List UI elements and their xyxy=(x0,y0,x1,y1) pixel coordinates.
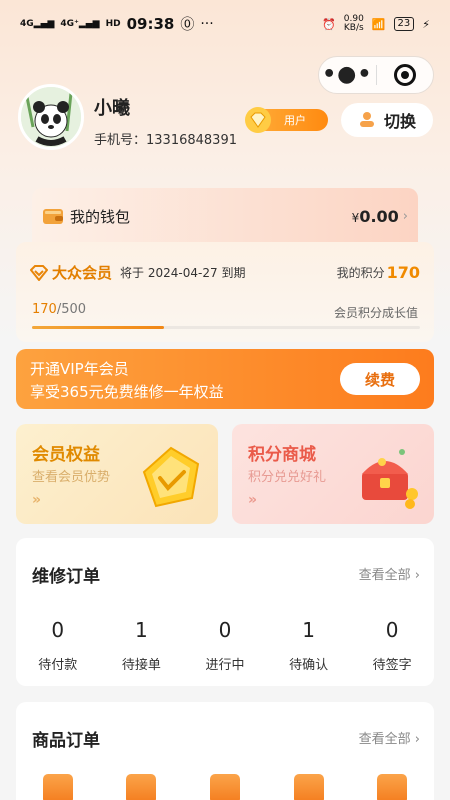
app-notification-icon: ⓪ xyxy=(180,17,195,33)
points-mall-tile[interactable]: 积分商城 积分兑兑好礼 » xyxy=(232,424,434,524)
diamond-icon xyxy=(245,107,271,133)
points-label: 我的积分 xyxy=(336,266,385,280)
points-value[interactable]: 170 xyxy=(387,263,420,282)
switch-label: 切换 xyxy=(383,112,416,131)
user-name: 小曦 xyxy=(94,98,130,119)
signal-icon: 4G▂▄▆ xyxy=(20,19,55,29)
double-chevron-icon: » xyxy=(248,492,258,508)
pen-icon xyxy=(377,774,408,800)
hd-icon: HD xyxy=(105,19,121,29)
role-badge: 用户 xyxy=(245,107,328,133)
miniprogram-capsule: •●• xyxy=(318,56,434,94)
charging-icon: ⚡ xyxy=(422,17,430,31)
goods-pending-payment[interactable] xyxy=(16,774,100,800)
goods-after-sale[interactable] xyxy=(350,774,434,800)
goods-review[interactable] xyxy=(267,774,351,800)
growth-label: 会员积分成长值 xyxy=(333,306,418,320)
member-diamond-icon xyxy=(30,264,48,281)
stat-pending-sign[interactable]: 0 待签字 xyxy=(350,618,434,673)
status-bar: 4G▂▄▆ 4G⁺▂▄▆ HD 09:38 ⓪ ··· ⏰ 0.90 KB/s 📶… xyxy=(0,0,450,48)
progress-text: 170/500 xyxy=(32,302,87,317)
treasure-chest-icon xyxy=(362,449,418,509)
goods-orders-title: 商品订单 xyxy=(32,731,100,751)
user-phone: 手机号：13316848391 xyxy=(94,133,237,148)
repair-orders-title: 维修订单 xyxy=(32,567,100,587)
bag-icon xyxy=(209,774,240,800)
shield-badge-icon xyxy=(142,446,200,508)
repair-orders-card: 维修订单 查看全部 › 0 待付款 1 待接单 0 进行中 1 待确认 0 待签… xyxy=(16,538,434,686)
more-notifications-icon: ··· xyxy=(200,16,214,32)
role-label: 用户 xyxy=(284,114,306,127)
vip-banner[interactable]: 开通VIP年会员 享受365元免费维修一年权益 续费 xyxy=(16,349,434,409)
chevron-right-icon: › xyxy=(402,208,408,224)
stat-pending-payment[interactable]: 0 待付款 xyxy=(16,618,100,673)
stat-pending-confirm[interactable]: 1 待确认 xyxy=(267,618,351,673)
avatar[interactable] xyxy=(18,84,84,150)
mall-subtitle: 积分兑兑好礼 xyxy=(248,470,327,485)
chat-icon xyxy=(293,774,324,800)
switch-role-button[interactable]: 切换 xyxy=(341,103,433,137)
vip-subtitle: 享受365元免费维修一年权益 xyxy=(30,383,224,401)
vip-title: 开通VIP年会员 xyxy=(30,360,129,378)
box-icon xyxy=(126,774,157,800)
goods-pending-ship[interactable] xyxy=(100,774,184,800)
target-icon xyxy=(393,64,416,86)
close-miniprogram-button[interactable] xyxy=(377,64,434,86)
wallet-icon xyxy=(42,774,73,800)
wallet-balance: ¥0.00 xyxy=(351,206,399,226)
chevron-right-icon: › xyxy=(414,568,420,583)
network-speed: 0.90 KB/s xyxy=(343,14,364,33)
wallet-icon xyxy=(43,209,63,224)
more-options-button[interactable]: •●• xyxy=(319,56,376,94)
benefits-subtitle: 查看会员优势 xyxy=(32,470,111,485)
mall-title: 积分商城 xyxy=(248,445,316,465)
goods-shipped[interactable] xyxy=(183,774,267,800)
panda-avatar-icon xyxy=(21,87,81,147)
repair-view-all-link[interactable]: 查看全部 › xyxy=(359,564,420,583)
clock: 09:38 xyxy=(126,15,175,33)
signal-icon-2: 4G⁺▂▄▆ xyxy=(60,19,100,29)
goods-orders-card: 商品订单 查看全部 › xyxy=(16,702,434,800)
progress-fill xyxy=(32,326,164,329)
wallet-row[interactable]: 我的钱包 ¥0.00 › xyxy=(32,188,418,244)
member-expiry: 将于 2024-04-27 到期 xyxy=(120,266,246,280)
progress-track xyxy=(32,326,420,329)
goods-view-all-link[interactable]: 查看全部 › xyxy=(359,728,420,747)
benefits-title: 会员权益 xyxy=(32,445,100,465)
stat-in-progress[interactable]: 0 进行中 xyxy=(183,618,267,673)
battery-icon: 23 xyxy=(393,17,415,31)
double-chevron-icon: » xyxy=(32,492,42,508)
switch-user-icon xyxy=(359,112,374,127)
wifi-icon: 📶 xyxy=(371,17,386,31)
member-card: 大众会员 将于 2024-04-27 到期 我的积分 170 170/500 会… xyxy=(16,242,434,342)
alarm-icon: ⏰ xyxy=(322,17,336,31)
wallet-label: 我的钱包 xyxy=(70,207,131,226)
renew-button[interactable]: 续费 xyxy=(340,363,420,395)
stat-pending-accept[interactable]: 1 待接单 xyxy=(100,618,184,673)
member-level: 大众会员 xyxy=(52,264,113,282)
chevron-right-icon: › xyxy=(414,732,420,747)
member-benefits-tile[interactable]: 会员权益 查看会员优势 » xyxy=(16,424,218,524)
